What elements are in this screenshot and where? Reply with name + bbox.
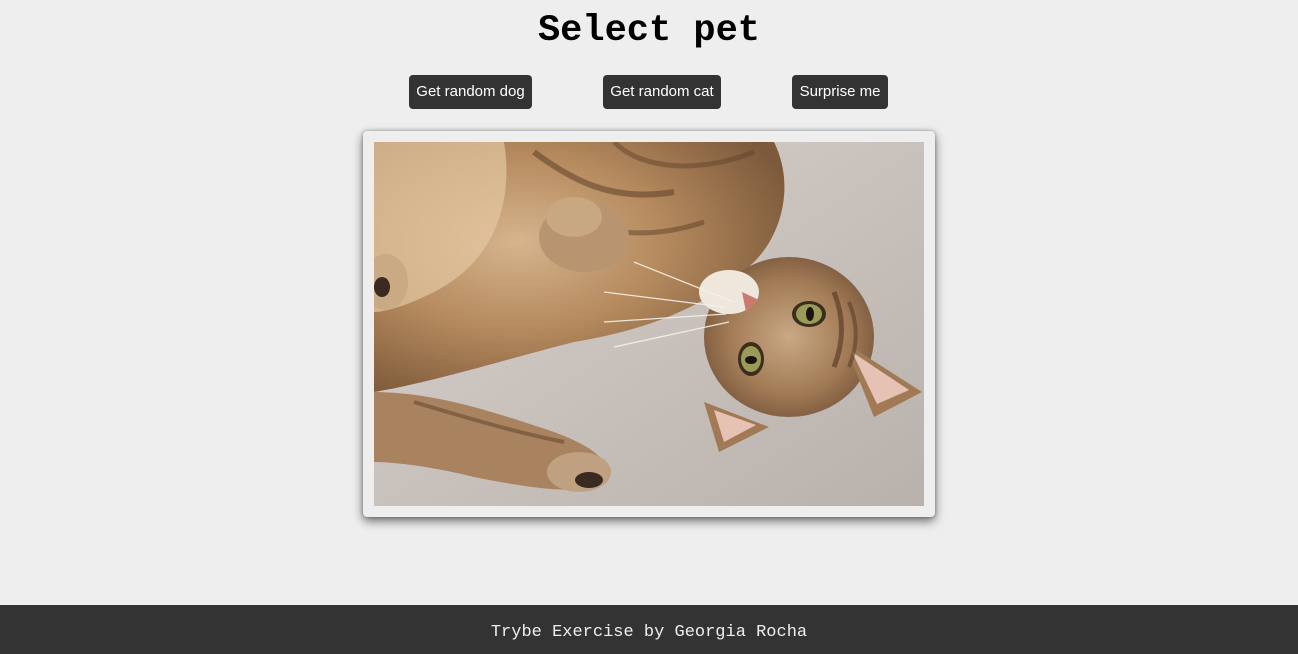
page-title: Select pet [537, 10, 761, 52]
cat-photo-illustration [374, 142, 924, 506]
get-random-dog-button[interactable]: Get random dog [409, 75, 532, 109]
pet-image-card [363, 131, 935, 517]
pet-image [374, 142, 924, 506]
get-random-cat-button[interactable]: Get random cat [603, 75, 721, 109]
page-footer: Trybe Exercise by Georgia Rocha [0, 605, 1298, 654]
footer-credit: Trybe Exercise by Georgia Rocha [490, 623, 808, 642]
surprise-me-button[interactable]: Surprise me [792, 75, 888, 109]
